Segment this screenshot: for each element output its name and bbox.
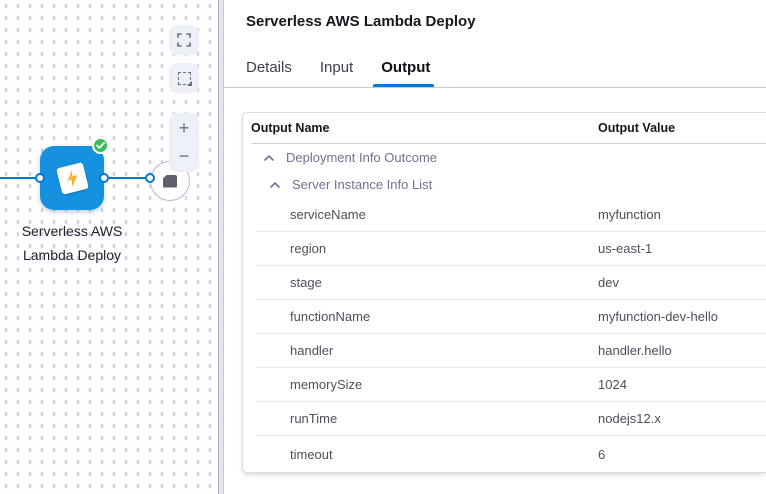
- zoom-in-button[interactable]: +: [169, 117, 199, 141]
- fullscreen-button[interactable]: [169, 25, 199, 55]
- output-row: memorySize1024: [256, 368, 766, 402]
- group-row[interactable]: Server Instance Info List: [256, 171, 766, 198]
- output-value-cell: handler.hello: [598, 343, 766, 358]
- node-label-line1: Serverless AWS: [0, 219, 144, 243]
- node-output-port[interactable]: [99, 173, 109, 183]
- group-label: Deployment Info Outcome: [286, 150, 437, 165]
- pipeline-canvas[interactable]: Serverless AWS Lambda Deploy + −: [0, 0, 218, 494]
- marquee-select-button[interactable]: [169, 63, 199, 93]
- output-name-cell: serviceName: [256, 207, 598, 222]
- output-name-cell: region: [256, 241, 598, 256]
- zoom-controls: + −: [169, 113, 199, 172]
- aws-lambda-icon: [56, 162, 89, 195]
- group-row[interactable]: Deployment Info Outcome: [256, 144, 766, 171]
- step-details-panel: Serverless AWS Lambda Deploy Details Inpu…: [224, 0, 766, 494]
- output-name-column-header: Output Name: [251, 121, 598, 135]
- link-port[interactable]: [145, 173, 155, 183]
- output-row: stagedev: [256, 266, 766, 300]
- output-row: serviceNamemyfunction: [256, 198, 766, 232]
- chevron-up-icon: [270, 182, 280, 188]
- output-row: regionus-east-1: [256, 232, 766, 266]
- output-table-header: Output Name Output Value: [251, 113, 766, 144]
- tabs: Details Input Output: [224, 53, 766, 88]
- output-value-column-header: Output Value: [598, 121, 766, 135]
- chevron-up-icon: [264, 155, 274, 161]
- output-value-cell: 6: [598, 447, 766, 462]
- output-name-cell: functionName: [256, 309, 598, 324]
- output-value-cell: myfunction: [598, 207, 766, 222]
- node-input-port[interactable]: [35, 173, 45, 183]
- tab-output[interactable]: Output: [379, 53, 432, 87]
- output-value-cell: myfunction-dev-hello: [598, 309, 766, 324]
- output-row: functionNamemyfunction-dev-hello: [256, 300, 766, 334]
- output-value-cell: us-east-1: [598, 241, 766, 256]
- panel-title: Serverless AWS Lambda Deploy: [224, 0, 766, 31]
- document-icon: [163, 175, 177, 188]
- node-label-line2: Lambda Deploy: [0, 243, 144, 267]
- lightning-bolt-icon: [63, 168, 82, 188]
- output-value-cell: nodejs12.x: [598, 411, 766, 426]
- check-icon: [96, 142, 105, 149]
- output-name-cell: memorySize: [256, 377, 598, 392]
- output-name-cell: runTime: [256, 411, 598, 426]
- fullscreen-icon: [177, 33, 191, 47]
- output-row: runTimenodejs12.x: [256, 402, 766, 436]
- node-label: Serverless AWS Lambda Deploy: [0, 219, 144, 267]
- success-status-badge: [92, 137, 109, 154]
- marquee-select-icon: [178, 72, 191, 85]
- tab-details[interactable]: Details: [244, 53, 294, 87]
- output-row: timeout6: [256, 436, 766, 472]
- output-table-card: Output Name Output Value Deployment Info…: [242, 112, 766, 473]
- output-table-body: Deployment Info Outcome Server Instance I…: [243, 144, 766, 472]
- output-value-cell: dev: [598, 275, 766, 290]
- zoom-out-button[interactable]: −: [169, 144, 199, 168]
- output-name-cell: handler: [256, 343, 598, 358]
- output-row: handlerhandler.hello: [256, 334, 766, 368]
- step-node-serverless-aws-lambda-deploy[interactable]: [40, 146, 104, 210]
- output-name-cell: timeout: [256, 447, 598, 462]
- output-name-cell: stage: [256, 275, 598, 290]
- tab-input[interactable]: Input: [318, 53, 355, 87]
- group-label: Server Instance Info List: [292, 177, 432, 192]
- output-value-cell: 1024: [598, 377, 766, 392]
